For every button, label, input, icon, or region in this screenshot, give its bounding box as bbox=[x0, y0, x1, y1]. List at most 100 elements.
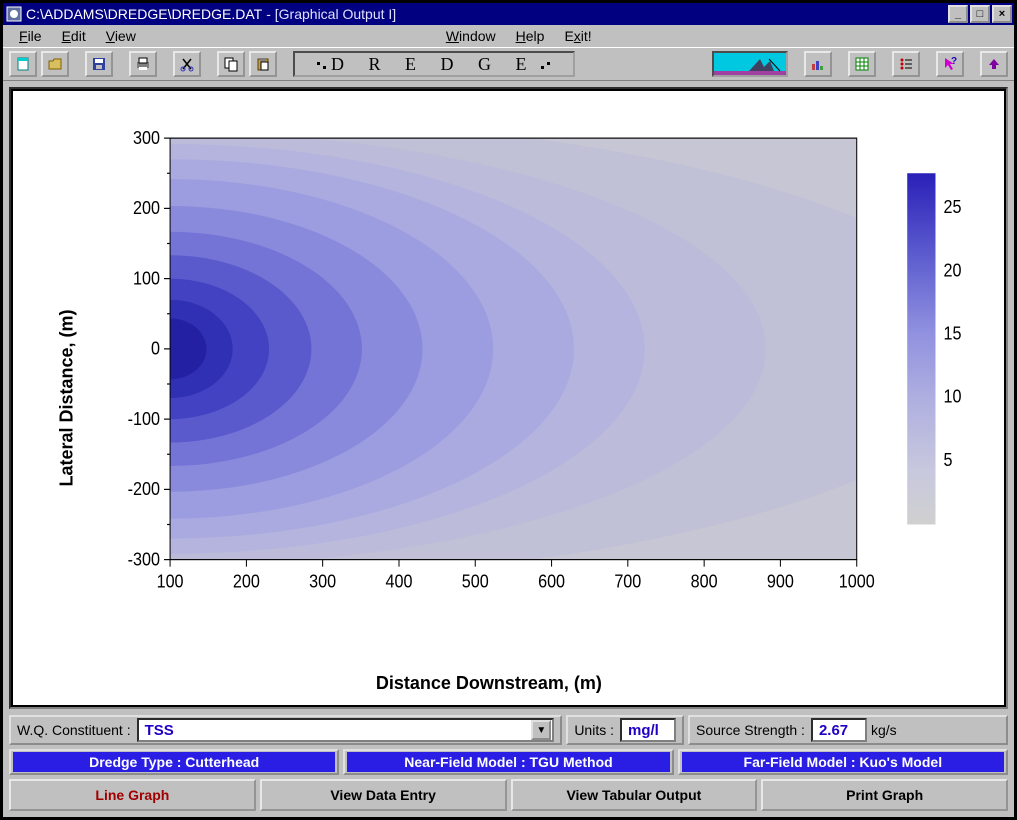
combo-dropdown-button[interactable]: ▼ bbox=[531, 720, 551, 740]
svg-text:900: 900 bbox=[767, 571, 794, 592]
close-button[interactable]: × bbox=[992, 5, 1012, 23]
constituent-label: W.Q. Constituent : bbox=[17, 722, 131, 738]
scissors-icon bbox=[179, 56, 195, 72]
view-data-entry-button[interactable]: View Data Entry bbox=[260, 779, 507, 811]
help-button[interactable]: ? bbox=[936, 51, 964, 77]
open-folder-icon bbox=[47, 56, 63, 72]
menu-window[interactable]: Window bbox=[436, 28, 506, 44]
constituent-value: TSS bbox=[139, 722, 532, 739]
units-field: Units : mg/l bbox=[566, 715, 684, 745]
new-file-icon bbox=[15, 56, 31, 72]
x-tick: 900 bbox=[767, 560, 794, 592]
up-arrow-icon bbox=[986, 56, 1002, 72]
svg-text:100: 100 bbox=[133, 267, 160, 288]
open-file-button[interactable] bbox=[41, 51, 69, 77]
near-field-badge: Near-Field Model : TGU Method bbox=[343, 749, 673, 775]
app-icon bbox=[6, 6, 22, 22]
dredge-type-badge: Dredge Type : Cutterhead bbox=[9, 749, 339, 775]
svg-text:15: 15 bbox=[944, 322, 962, 343]
svg-text:?: ? bbox=[951, 56, 957, 67]
svg-text:400: 400 bbox=[386, 571, 413, 592]
paste-icon bbox=[255, 56, 271, 72]
heatmap-plot: 300 200 100 0 -100 -200 -300 bbox=[59, 103, 988, 665]
maximize-button[interactable]: □ bbox=[970, 5, 990, 23]
banner-text: D R E D G E bbox=[331, 54, 537, 75]
cut-button[interactable] bbox=[173, 51, 201, 77]
menu-help[interactable]: Help bbox=[506, 28, 555, 44]
new-file-button[interactable] bbox=[9, 51, 37, 77]
toolbar: D R E D G E ? bbox=[3, 47, 1014, 81]
view-tabular-output-button[interactable]: View Tabular Output bbox=[511, 779, 758, 811]
strength-field: Source Strength : 2.67 kg/s bbox=[688, 715, 1008, 745]
window-title: C:\ADDAMS\DREDGE\DREDGE.DAT bbox=[26, 6, 262, 22]
x-tick: 700 bbox=[614, 560, 641, 592]
thumbnail-preview bbox=[712, 51, 788, 77]
y-tick: 300 bbox=[133, 127, 170, 148]
constituent-field: W.Q. Constituent : TSS ▼ bbox=[9, 715, 562, 745]
printer-icon bbox=[135, 56, 151, 72]
upload-button[interactable] bbox=[980, 51, 1008, 77]
svg-text:300: 300 bbox=[133, 127, 160, 148]
x-tick: 500 bbox=[462, 560, 489, 592]
x-tick: 800 bbox=[691, 560, 718, 592]
svg-text:-300: -300 bbox=[128, 548, 161, 569]
y-tick: 0 bbox=[151, 338, 170, 359]
save-button[interactable] bbox=[85, 51, 113, 77]
print-button[interactable] bbox=[129, 51, 157, 77]
print-graph-button[interactable]: Print Graph bbox=[761, 779, 1008, 811]
x-tick: 100 bbox=[157, 560, 184, 592]
paste-button[interactable] bbox=[249, 51, 277, 77]
svg-text:700: 700 bbox=[614, 571, 641, 592]
x-tick: 1000 bbox=[839, 560, 875, 592]
svg-text:20: 20 bbox=[944, 259, 962, 280]
menu-bar: File Edit View Window Help Exit! bbox=[3, 25, 1014, 47]
y-tick: -100 bbox=[128, 408, 170, 429]
colorbar bbox=[907, 173, 935, 524]
svg-text:10: 10 bbox=[944, 386, 962, 407]
constituent-combo[interactable]: TSS ▼ bbox=[137, 718, 555, 742]
copy-button[interactable] bbox=[217, 51, 245, 77]
chart-button[interactable] bbox=[804, 51, 832, 77]
svg-text:300: 300 bbox=[309, 571, 336, 592]
line-graph-button[interactable]: Line Graph bbox=[9, 779, 256, 811]
svg-text:500: 500 bbox=[462, 571, 489, 592]
x-axis-title: Distance Downstream, (m) bbox=[376, 673, 602, 694]
svg-text:600: 600 bbox=[538, 571, 565, 592]
dredge-right-icon bbox=[537, 56, 557, 72]
units-value: mg/l bbox=[620, 718, 676, 742]
copy-icon bbox=[223, 56, 239, 72]
menu-exit[interactable]: Exit! bbox=[554, 28, 601, 44]
help-arrow-icon: ? bbox=[942, 56, 958, 72]
svg-text:200: 200 bbox=[233, 571, 260, 592]
x-tick: 400 bbox=[386, 560, 413, 592]
svg-text:100: 100 bbox=[157, 571, 184, 592]
dredge-left-icon bbox=[311, 56, 331, 72]
svg-text:800: 800 bbox=[691, 571, 718, 592]
floppy-disk-icon bbox=[91, 56, 107, 72]
plot-frame: Lateral Distance, (m) Distance Downstrea… bbox=[9, 87, 1008, 709]
y-tick: 200 bbox=[133, 197, 170, 218]
svg-text:5: 5 bbox=[944, 449, 953, 470]
menu-view[interactable]: View bbox=[96, 28, 146, 44]
menu-edit[interactable]: Edit bbox=[52, 28, 96, 44]
strength-value: 2.67 bbox=[811, 718, 867, 742]
app-banner: D R E D G E bbox=[293, 51, 575, 77]
list-button[interactable] bbox=[892, 51, 920, 77]
x-tick: 600 bbox=[538, 560, 565, 592]
bar-chart-icon bbox=[810, 56, 826, 72]
application-window: C:\ADDAMS\DREDGE\DREDGE.DAT - [Graphical… bbox=[0, 0, 1017, 820]
strength-suffix: kg/s bbox=[871, 722, 897, 738]
menu-file[interactable]: File bbox=[9, 28, 52, 44]
svg-text:1000: 1000 bbox=[839, 571, 875, 592]
spreadsheet-icon bbox=[854, 56, 870, 72]
svg-text:200: 200 bbox=[133, 197, 160, 218]
units-label: Units : bbox=[574, 722, 614, 738]
svg-text:0: 0 bbox=[151, 338, 160, 359]
client-area: Lateral Distance, (m) Distance Downstrea… bbox=[3, 81, 1014, 817]
control-panel: W.Q. Constituent : TSS ▼ Units : mg/l So… bbox=[3, 711, 1014, 817]
far-field-badge: Far-Field Model : Kuo's Model bbox=[678, 749, 1008, 775]
spreadsheet-button[interactable] bbox=[848, 51, 876, 77]
y-tick: -200 bbox=[128, 478, 170, 499]
minimize-button[interactable]: _ bbox=[948, 5, 968, 23]
list-icon bbox=[898, 56, 914, 72]
